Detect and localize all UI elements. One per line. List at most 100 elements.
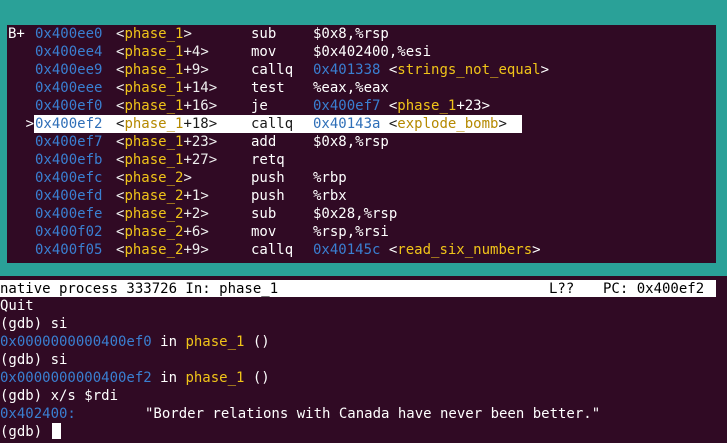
asm-symbol: <phase_2+1> (116, 188, 209, 204)
asm-symbol-name: phase_1 (124, 44, 184, 60)
asm-symbol-name: phase_1 (124, 152, 184, 168)
asm-row[interactable]: 0x400efc <phase_2> push %rbp (7, 169, 716, 187)
asm-symbol: <phase_1> (116, 26, 192, 42)
console-prompt[interactable]: (gdb) (0, 423, 61, 441)
asm-row[interactable]: 0x400efe <phase_2+2> sub $0x28,%rsp (7, 205, 716, 223)
asm-operand-text: $0x8,%rsp (313, 26, 389, 42)
asm-operands: %eax,%eax (313, 79, 389, 97)
asm-address: 0x400ee4 (35, 44, 103, 60)
asm-address: 0x400ef7 (35, 134, 103, 150)
asm-row[interactable]: B+ 0x400ee0 <phase_1> sub $0x8,%rsp (7, 25, 716, 43)
asm-symbol-offset: +9 (183, 242, 201, 258)
asm-row[interactable]: 0x400ee9 <phase_1+9> callq 0x401338 <string… (7, 61, 716, 79)
asm-row[interactable]: 0x400ee4 <phase_1+4> mov $0x402400,%esi (7, 43, 716, 61)
asm-target-symbol: strings_not_equal (397, 62, 541, 78)
asm-address: 0x400efe (35, 206, 103, 222)
asm-target-address: 0x40143a (313, 116, 381, 132)
asm-operands: 0x401338 <strings_not_equal> (313, 62, 550, 78)
asm-operands: $0x8,%rsp (313, 25, 389, 43)
asm-target-offset: +23 (456, 98, 482, 114)
asm-symbol-name: phase_2 (124, 242, 184, 258)
status-process: native process 333726 In: phase_1 (0, 281, 279, 297)
asm-listing[interactable]: B+ 0x400ee0 <phase_1> sub $0x8,%rsp 0x400ee4 <… (7, 25, 716, 263)
asm-symbol-name: phase_2 (124, 206, 184, 222)
asm-opcode: je (251, 98, 268, 114)
asm-operands: %rbx (313, 187, 347, 205)
asm-symbol-offset: +4 (183, 44, 201, 60)
console-line: 0x402400: "Border relations with Canada h… (0, 406, 601, 422)
console-line: (gdb) si (0, 352, 68, 368)
asm-row[interactable]: 0x400f05 <phase_2+9> callq 0x40145c <read_s… (7, 241, 716, 259)
asm-symbol: <phase_1+4> (116, 44, 209, 60)
asm-row[interactable]: 0x400eee <phase_1+14> test %eax,%eax (7, 79, 716, 97)
asm-operand-text: %rsp,%rsi (313, 224, 389, 240)
asm-symbol-offset: +1 (183, 188, 201, 204)
asm-symbol-name: phase_1 (124, 62, 184, 78)
asm-row[interactable]: 0x400ef7 <phase_1+23> add $0x8,%rsp (7, 133, 716, 151)
asm-row-current[interactable]: >0x400ef2 <phase_1+18> callq 0x40143a <expl… (7, 115, 522, 133)
asm-address: 0x400ee0 (35, 26, 103, 42)
asm-symbol-offset: +6 (183, 224, 201, 240)
console-line: 0x0000000000400ef0 in phase_1 () (0, 334, 270, 350)
asm-operand-text: $0x402400,%esi (313, 44, 432, 60)
asm-row[interactable]: 0x400f02 <phase_2+6> mov %rsp,%rsi (7, 223, 716, 241)
asm-row[interactable]: 0x400efd <phase_2+1> push %rbx (7, 187, 716, 205)
asm-address: 0x400f05 (35, 242, 103, 258)
asm-row[interactable]: 0x400efb <phase_1+27> retq (7, 151, 716, 169)
asm-symbol-name: phase_2 (124, 224, 184, 240)
text-cursor (51, 423, 61, 439)
asm-address: 0x400efd (35, 188, 103, 204)
console-line: (gdb) x/s $rdi (0, 388, 119, 404)
asm-opcode: sub (251, 206, 277, 222)
asm-operands: 0x400ef7 <phase_1+23> (313, 98, 491, 114)
asm-opcode: callq (251, 62, 294, 78)
asm-operand-text: %rbp (313, 170, 347, 186)
asm-address: 0x400ef0 (35, 98, 103, 114)
asm-target-symbol: phase_1 (397, 98, 457, 114)
asm-symbol: <phase_2+2> (116, 206, 209, 222)
asm-symbol: <phase_1+14> (116, 80, 218, 96)
status-bar: native process 333726 In: phase_1 L?? PC… (0, 280, 716, 297)
asm-symbol: <phase_1+27> (116, 152, 218, 168)
asm-target-symbol: explode_bomb (397, 116, 499, 132)
source-asm-window: B+ 0x400ee0 <phase_1> sub $0x8,%rsp 0x400ee4 <… (0, 0, 727, 276)
asm-operands: %rbp (313, 169, 347, 187)
asm-opcode: push (251, 188, 285, 204)
asm-symbol-offset: +9 (183, 62, 201, 78)
asm-symbol-name: phase_1 (124, 116, 184, 132)
asm-opcode: sub (251, 26, 277, 42)
asm-opcode: add (251, 134, 277, 150)
asm-symbol-name: phase_1 (124, 98, 184, 114)
asm-target-symbol: read_six_numbers (397, 242, 533, 258)
asm-address: 0x400ef2 (35, 116, 103, 132)
asm-symbol-name: phase_2 (124, 188, 184, 204)
asm-symbol: <phase_1+9> (116, 62, 209, 78)
asm-symbol: <phase_1+18> (116, 116, 218, 132)
asm-operands: %rsp,%rsi (313, 223, 389, 241)
status-line: L?? (549, 281, 575, 297)
asm-symbol: <phase_2> (116, 170, 192, 186)
asm-symbol-offset: +14 (183, 80, 209, 96)
asm-address: 0x400efc (35, 170, 103, 186)
asm-symbol-offset: +18 (183, 116, 209, 132)
asm-opcode: callq (251, 242, 294, 258)
asm-operand-text: %rbx (313, 188, 347, 204)
asm-opcode: test (251, 80, 285, 96)
console-line: (gdb) si (0, 316, 68, 332)
asm-operands: 0x40143a <explode_bomb> (313, 116, 507, 132)
asm-symbol-name: phase_1 (124, 26, 184, 42)
asm-marker: > (7, 115, 34, 133)
asm-symbol: <phase_2+9> (116, 242, 209, 258)
asm-symbol-offset: +2 (183, 206, 201, 222)
asm-symbol-name: phase_2 (124, 170, 184, 186)
asm-operands: 0x40145c <read_six_numbers> (313, 242, 541, 258)
asm-row[interactable]: 0x400ef0 <phase_1+16> je 0x400ef7 <phase_1+… (7, 97, 716, 115)
asm-symbol: <phase_1+23> (116, 134, 218, 150)
asm-operand-text: %eax,%eax (313, 80, 389, 96)
asm-opcode: mov (251, 224, 277, 240)
console-line: Quit (0, 298, 34, 314)
asm-opcode: retq (251, 152, 285, 168)
asm-operands: $0x402400,%esi (313, 43, 431, 61)
asm-opcode: mov (251, 44, 277, 60)
asm-operands: $0x28,%rsp (313, 205, 397, 223)
